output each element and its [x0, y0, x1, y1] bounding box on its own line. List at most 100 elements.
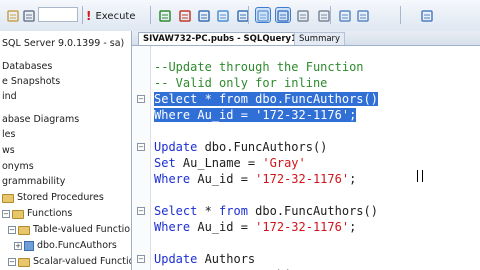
results-file-icon[interactable] — [275, 7, 291, 23]
tree-item[interactable]: les — [2, 128, 15, 142]
results-grid-icon[interactable] — [255, 7, 271, 23]
tree-item-label: dbo.FuncAuthors — [37, 240, 117, 251]
code-line: Where Au_id = '172-32-1176'; — [154, 107, 357, 123]
tree-item[interactable]: − Functions — [2, 207, 72, 221]
selected-text: Select * from dbo.FuncAuthors() — [154, 92, 378, 106]
toolbar-separator — [400, 6, 401, 24]
folder-icon — [12, 209, 24, 219]
parse-icon[interactable] — [197, 8, 211, 22]
toolbar-separator — [82, 6, 83, 24]
code-token: dbo.FuncAuthors() — [204, 140, 328, 154]
tree-item[interactable]: abase Diagrams — [2, 113, 79, 127]
code-token: Where — [154, 172, 198, 186]
tree-item[interactable]: ind — [2, 90, 17, 104]
tree-item[interactable]: onyms — [2, 160, 34, 174]
code-token: dbo.FuncAuthors() — [255, 204, 378, 218]
tree-item[interactable]: SQL Server 9.0.1399 - sa) — [2, 37, 124, 51]
collapse-icon[interactable]: − — [2, 210, 10, 218]
tree-item-label: SQL Server 9.0.1399 - sa) — [2, 38, 125, 49]
tree-item[interactable]: + dbo.FuncAuthors — [14, 239, 117, 253]
stop-icon[interactable] — [178, 8, 192, 22]
db-icon[interactable] — [6, 8, 20, 22]
tree-item[interactable]: grammability — [2, 175, 65, 189]
outdent-icon[interactable] — [356, 8, 370, 22]
tree-item[interactable]: e Snapshots — [2, 75, 60, 89]
toolbar-separator — [248, 6, 249, 24]
code-token: Authors — [204, 252, 256, 266]
tree-item-label: Functions — [27, 208, 73, 219]
tree-item[interactable]: − Table-valued Functions — [8, 223, 132, 237]
code-line: --Update through the Function — [154, 59, 364, 75]
collapse-icon[interactable]: − — [8, 258, 16, 266]
comment-icon[interactable] — [296, 8, 310, 22]
plan-icon[interactable] — [216, 8, 230, 22]
specify-values-icon[interactable] — [420, 8, 434, 22]
code-token: 'Gray' — [262, 156, 306, 170]
collapse-icon[interactable]: + — [14, 242, 22, 250]
ibeam-cursor-icon — [417, 170, 423, 182]
tree-item[interactable]: − Scalar-valued Functions — [8, 255, 131, 269]
code-token: from — [219, 204, 256, 218]
execute-button[interactable]: ! Execute — [86, 9, 135, 23]
query-editor[interactable]: − − − − --Update through the Function -- Val… — [132, 46, 480, 270]
toolbar-separator — [330, 6, 331, 24]
code-token: ; — [349, 172, 357, 186]
tree-item-label: Table-valued Functions — [33, 224, 132, 235]
tree-item-label: Scalar-valued Functions — [33, 256, 131, 267]
outline-collapse-icon[interactable]: − — [137, 143, 145, 151]
code-token: Au_Lname = — [182, 156, 263, 170]
tree-item-label: Stored Procedures — [17, 192, 104, 203]
tree-item-label: ws — [2, 145, 15, 156]
tree-item[interactable]: Stored Procedures — [2, 191, 104, 205]
code-token: Select — [154, 204, 205, 218]
code-line: Update dbo.FuncAuthors() — [154, 139, 327, 155]
code-token: Au_id = — [197, 220, 256, 234]
code-line: Select * from dbo.FuncAuthors() — [154, 203, 378, 219]
code-token: * — [204, 204, 220, 218]
outline-collapse-icon[interactable]: − — [137, 95, 145, 103]
outline-collapse-icon[interactable]: − — [137, 207, 145, 215]
code-token: '172-32-1176' — [255, 172, 350, 186]
uncomment-icon[interactable] — [317, 8, 331, 22]
folder-icon — [2, 193, 14, 203]
editor-gutter: − − − − — [132, 46, 151, 270]
folder-icon — [18, 257, 30, 267]
code-token: '172-32-1176' — [255, 220, 350, 234]
toolbar-separator — [150, 6, 151, 24]
code-token: Set — [154, 156, 183, 170]
code-line: Set Au_Lname = 'Gray' — [154, 155, 306, 171]
selected-text: Where Au_id = '172-32-1176'; — [154, 108, 357, 122]
tree-item-label: onyms — [2, 161, 34, 172]
dropdown-icon[interactable] — [22, 8, 36, 22]
database-dropdown[interactable] — [38, 7, 78, 22]
code-line: Where Au_id = '172-32-1176'; — [154, 219, 356, 235]
function-icon — [24, 241, 34, 251]
tree-item-label: les — [2, 129, 16, 140]
tab-summary[interactable]: Summary — [294, 32, 346, 45]
code-token: --Update through the Function — [154, 60, 364, 74]
code-token: Update — [154, 140, 205, 154]
collapse-icon[interactable]: − — [8, 226, 16, 234]
object-explorer: SQL Server 9.0.1399 - sa) Databases e Snap… — [0, 31, 132, 270]
execute-label: Execute — [95, 10, 136, 22]
folder-icon — [18, 225, 30, 235]
code-token: Where — [154, 220, 198, 234]
indent-icon[interactable] — [338, 8, 352, 22]
code-token: ; — [349, 220, 357, 234]
code-line: Where Au_id = '172-32-1176'; — [154, 171, 356, 187]
tree-item-label: e Snapshots — [2, 76, 61, 87]
tree-item-label: abase Diagrams — [2, 114, 80, 125]
tree-item-label: grammability — [2, 176, 66, 187]
code-line: -- Valid only for inline — [154, 75, 327, 91]
check-icon[interactable] — [158, 8, 172, 22]
tree-item-label: ind — [2, 91, 17, 102]
code-line: Select * from dbo.FuncAuthors() — [154, 91, 378, 107]
tree-item[interactable]: Databases — [2, 60, 52, 74]
query-toolbar: ! Execute — [0, 0, 480, 32]
outline-collapse-icon[interactable]: − — [137, 255, 145, 263]
tree-item[interactable]: ws — [2, 144, 15, 158]
code-token: -- Valid only for inline — [154, 76, 328, 90]
code-line: Update Authors — [154, 251, 255, 267]
tree-item-label: Databases — [2, 61, 53, 72]
execute-icon: ! — [86, 9, 92, 23]
